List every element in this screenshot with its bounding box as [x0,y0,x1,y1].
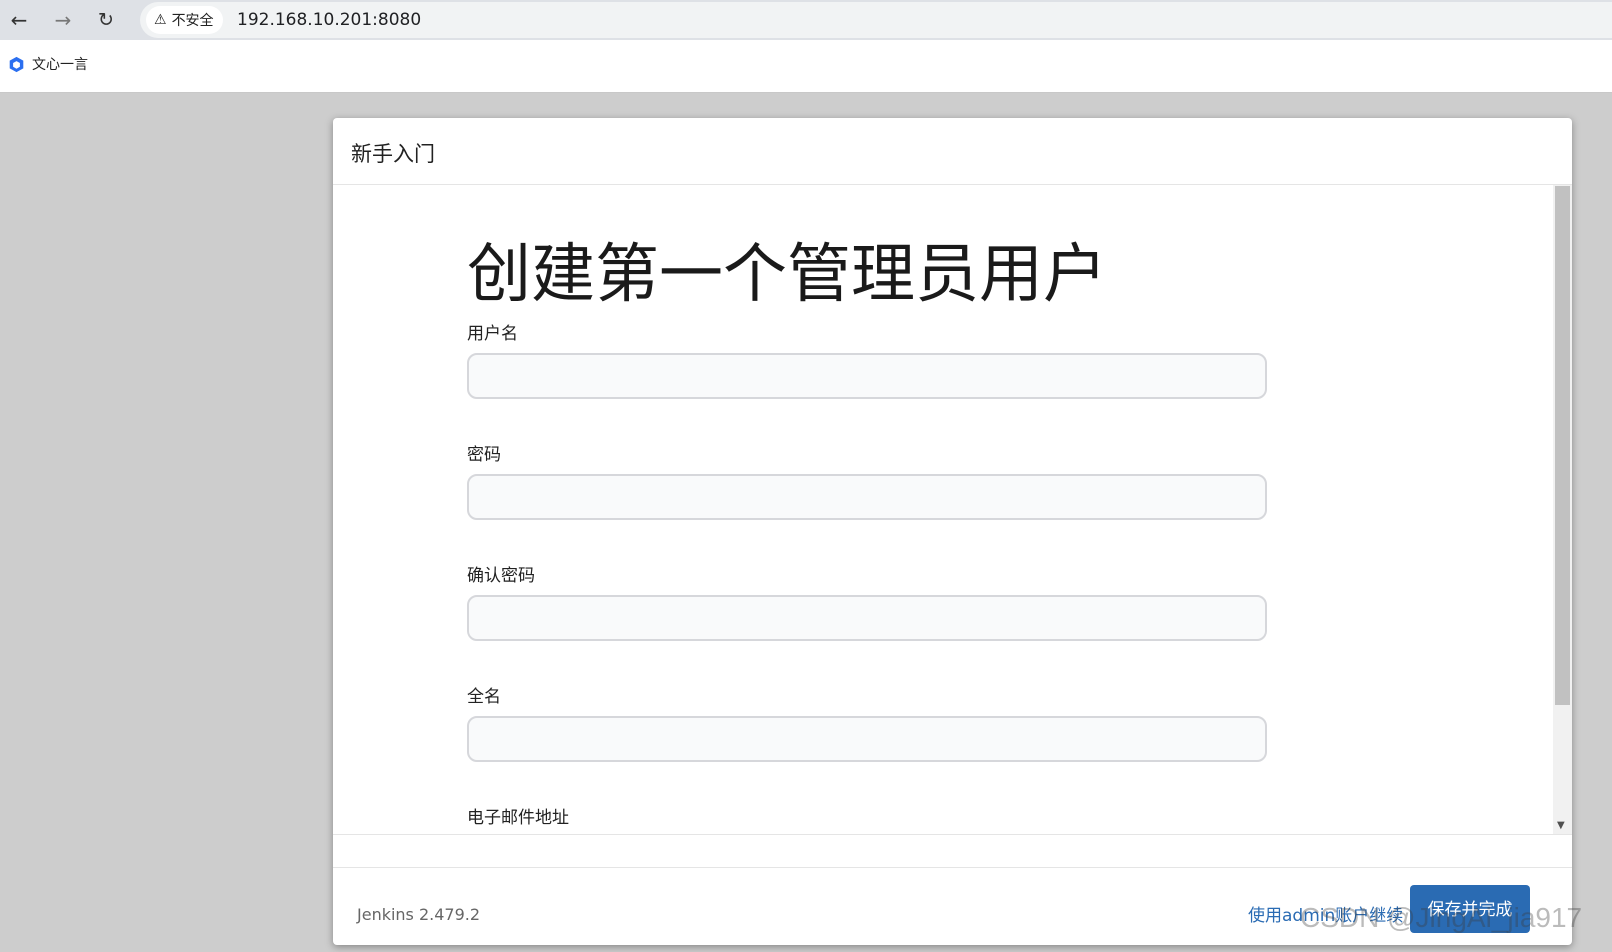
bookmarks-bar: 文心一言 [0,40,1612,93]
watermark: CSDN @JingAi_jia917 [1300,902,1583,933]
username-field[interactable] [467,353,1267,399]
scroll-down-arrow-icon[interactable]: ▼ [1557,820,1565,831]
fullname-label: 全名 [467,687,501,707]
confirm-password-field[interactable] [467,595,1267,641]
dialog-header: 新手入门 [333,118,1572,185]
address-bar[interactable]: ⚠ 不安全 192.168.10.201:8080 [140,2,1612,38]
version-text: Jenkins 2.479.2 [357,905,481,924]
setup-wizard-dialog: 新手入门 创建第一个管理员用户 用户名 密码 确认密码 全名 电子邮件地址 ▼ … [333,118,1572,945]
dialog-body: 创建第一个管理员用户 用户名 密码 确认密码 全名 电子邮件地址 [333,185,1553,835]
dialog-scrollbar[interactable]: ▼ [1553,185,1572,835]
confirm-password-label: 确认密码 [467,566,535,586]
fullname-field[interactable] [467,716,1267,762]
password-label: 密码 [467,445,501,465]
reload-icon[interactable]: ↻ [92,6,120,34]
back-arrow-icon[interactable]: ← [5,6,33,34]
footer-divider [333,867,1572,868]
security-chip[interactable]: ⚠ 不安全 [146,6,223,34]
forward-arrow-icon[interactable]: → [49,6,77,34]
scrollbar-thumb[interactable] [1555,186,1570,705]
username-label: 用户名 [467,324,518,344]
security-label: 不安全 [171,13,214,29]
dialog-title: 新手入门 [351,143,435,166]
wenxin-logo-icon [9,56,24,72]
password-field[interactable] [467,474,1267,520]
page-title: 创建第一个管理员用户 [467,238,1107,310]
bookmark-item[interactable]: 文心一言 [8,54,88,74]
bookmark-label: 文心一言 [32,57,88,73]
warning-icon: ⚠ [154,12,167,28]
email-label: 电子邮件地址 [467,808,569,828]
url-text[interactable]: 192.168.10.201:8080 [237,10,421,30]
browser-toolbar: ← → ↻ ⚠ 不安全 192.168.10.201:8080 [0,0,1612,40]
